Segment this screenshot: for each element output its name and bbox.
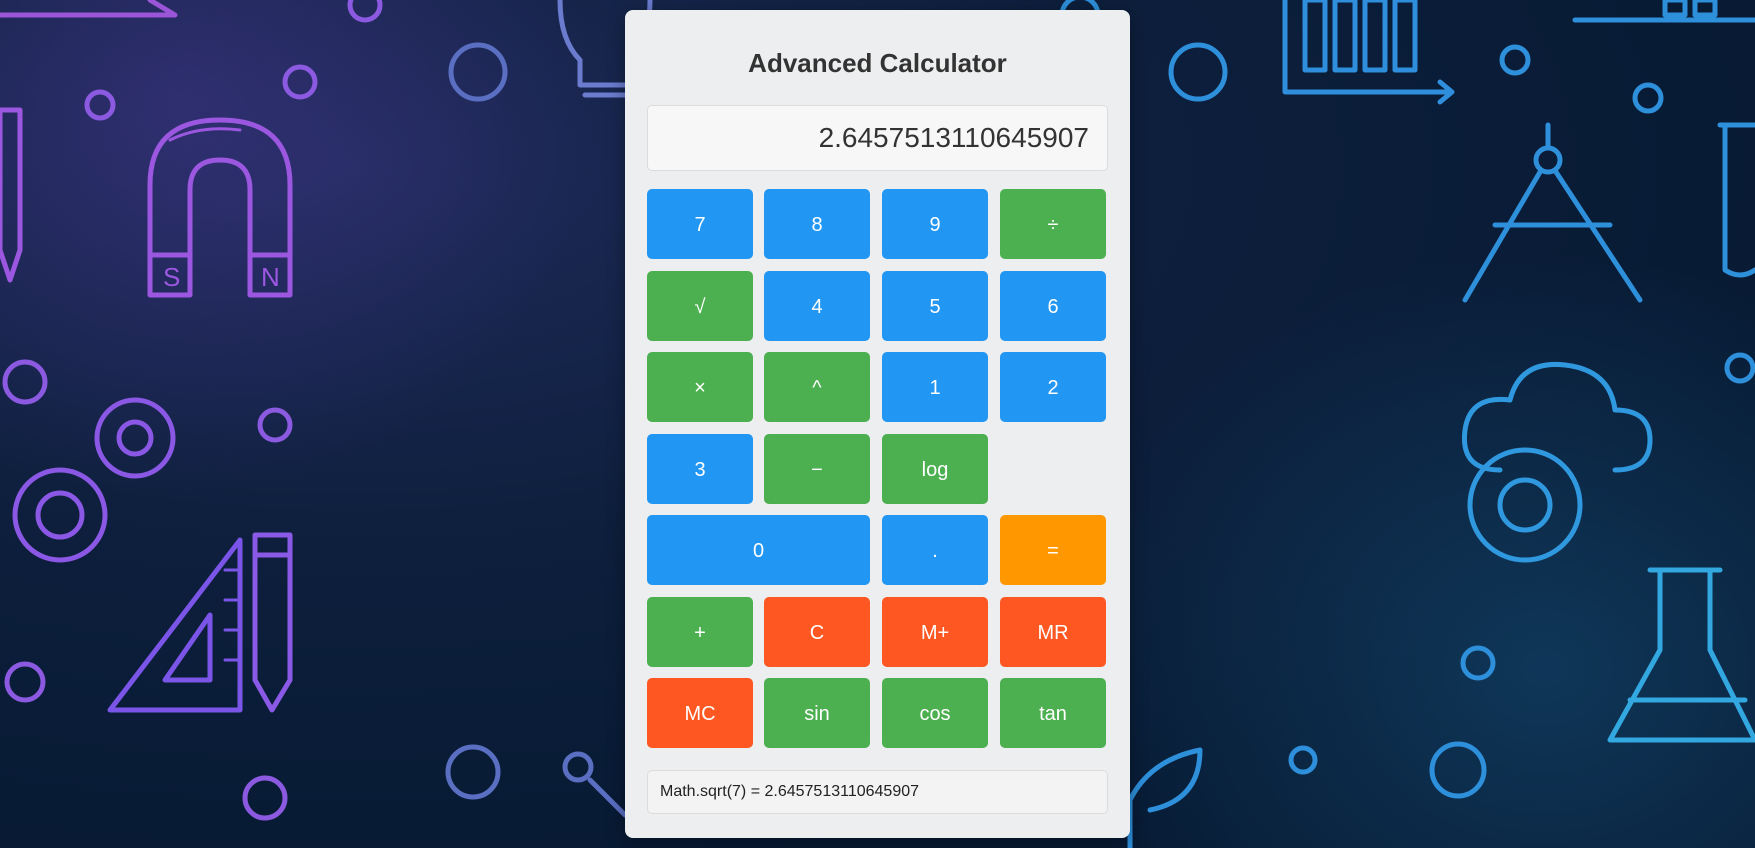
gear-icon bbox=[12, 397, 176, 563]
log-button[interactable]: log bbox=[882, 434, 988, 504]
divide-button[interactable]: ÷ bbox=[1000, 189, 1106, 259]
decor-circles-center bbox=[445, 42, 628, 818]
digit-0-button[interactable]: 0 bbox=[647, 515, 870, 585]
multiply-button[interactable]: × bbox=[647, 352, 753, 422]
digit-7-button[interactable]: 7 bbox=[647, 189, 753, 259]
memory-clear-button[interactable]: MC bbox=[647, 678, 753, 748]
equals-button[interactable]: = bbox=[1000, 515, 1106, 585]
clear-button[interactable]: C bbox=[764, 597, 870, 667]
background-glow-left bbox=[0, 0, 600, 500]
digit-4-button[interactable]: 4 bbox=[764, 271, 870, 341]
add-button[interactable]: + bbox=[647, 597, 753, 667]
subtract-button[interactable]: − bbox=[764, 434, 870, 504]
svg-text:N: N bbox=[261, 262, 280, 292]
compass-icon bbox=[1462, 122, 1643, 303]
memory-recall-button[interactable]: MR bbox=[1000, 597, 1106, 667]
digit-1-button[interactable]: 1 bbox=[882, 352, 988, 422]
digit-6-button[interactable]: 6 bbox=[1000, 271, 1106, 341]
flask-icon bbox=[1607, 567, 1755, 743]
decor-circles-right bbox=[1059, 0, 1755, 799]
magnet-icon bbox=[147, 117, 293, 298]
tan-button[interactable]: tan bbox=[1000, 678, 1106, 748]
bar-chart-icon bbox=[1282, 0, 1455, 105]
memory-add-button[interactable]: M+ bbox=[882, 597, 988, 667]
svg-text:S: S bbox=[163, 262, 180, 292]
power-button[interactable]: ^ bbox=[764, 352, 870, 422]
sqrt-button[interactable]: √ bbox=[647, 271, 753, 341]
pencil-icon bbox=[252, 532, 293, 713]
digit-8-button[interactable]: 8 bbox=[764, 189, 870, 259]
calculator-title: Advanced Calculator bbox=[748, 48, 1007, 78]
history-log: Math.sqrt(7) = 2.6457513110645907 bbox=[647, 770, 1108, 814]
digit-5-button[interactable]: 5 bbox=[882, 271, 988, 341]
cloud-gear-icon bbox=[1461, 361, 1653, 563]
digit-9-button[interactable]: 9 bbox=[882, 189, 988, 259]
calculator-display: 2.6457513110645907 bbox=[647, 105, 1108, 171]
decor-top-right bbox=[1572, 0, 1755, 23]
digit-3-button[interactable]: 3 bbox=[647, 434, 753, 504]
cos-button[interactable]: cos bbox=[882, 678, 988, 748]
triangle-ruler-icon bbox=[107, 537, 243, 713]
decimal-point-button[interactable]: . bbox=[882, 515, 988, 585]
pencil-icon-left bbox=[0, 107, 23, 283]
magnet-labels: S N bbox=[163, 262, 280, 292]
background-glow-right bbox=[1055, 248, 1755, 848]
calculator-panel: Advanced Calculator 2.6457513110645907 7… bbox=[625, 10, 1130, 838]
decor-top-left bbox=[0, 0, 178, 18]
sin-button[interactable]: sin bbox=[764, 678, 870, 748]
test-tube-icon bbox=[1717, 122, 1755, 278]
digit-2-button[interactable]: 2 bbox=[1000, 352, 1106, 422]
decor-circles-left bbox=[2, 0, 383, 821]
plant-icon bbox=[1127, 747, 1203, 848]
